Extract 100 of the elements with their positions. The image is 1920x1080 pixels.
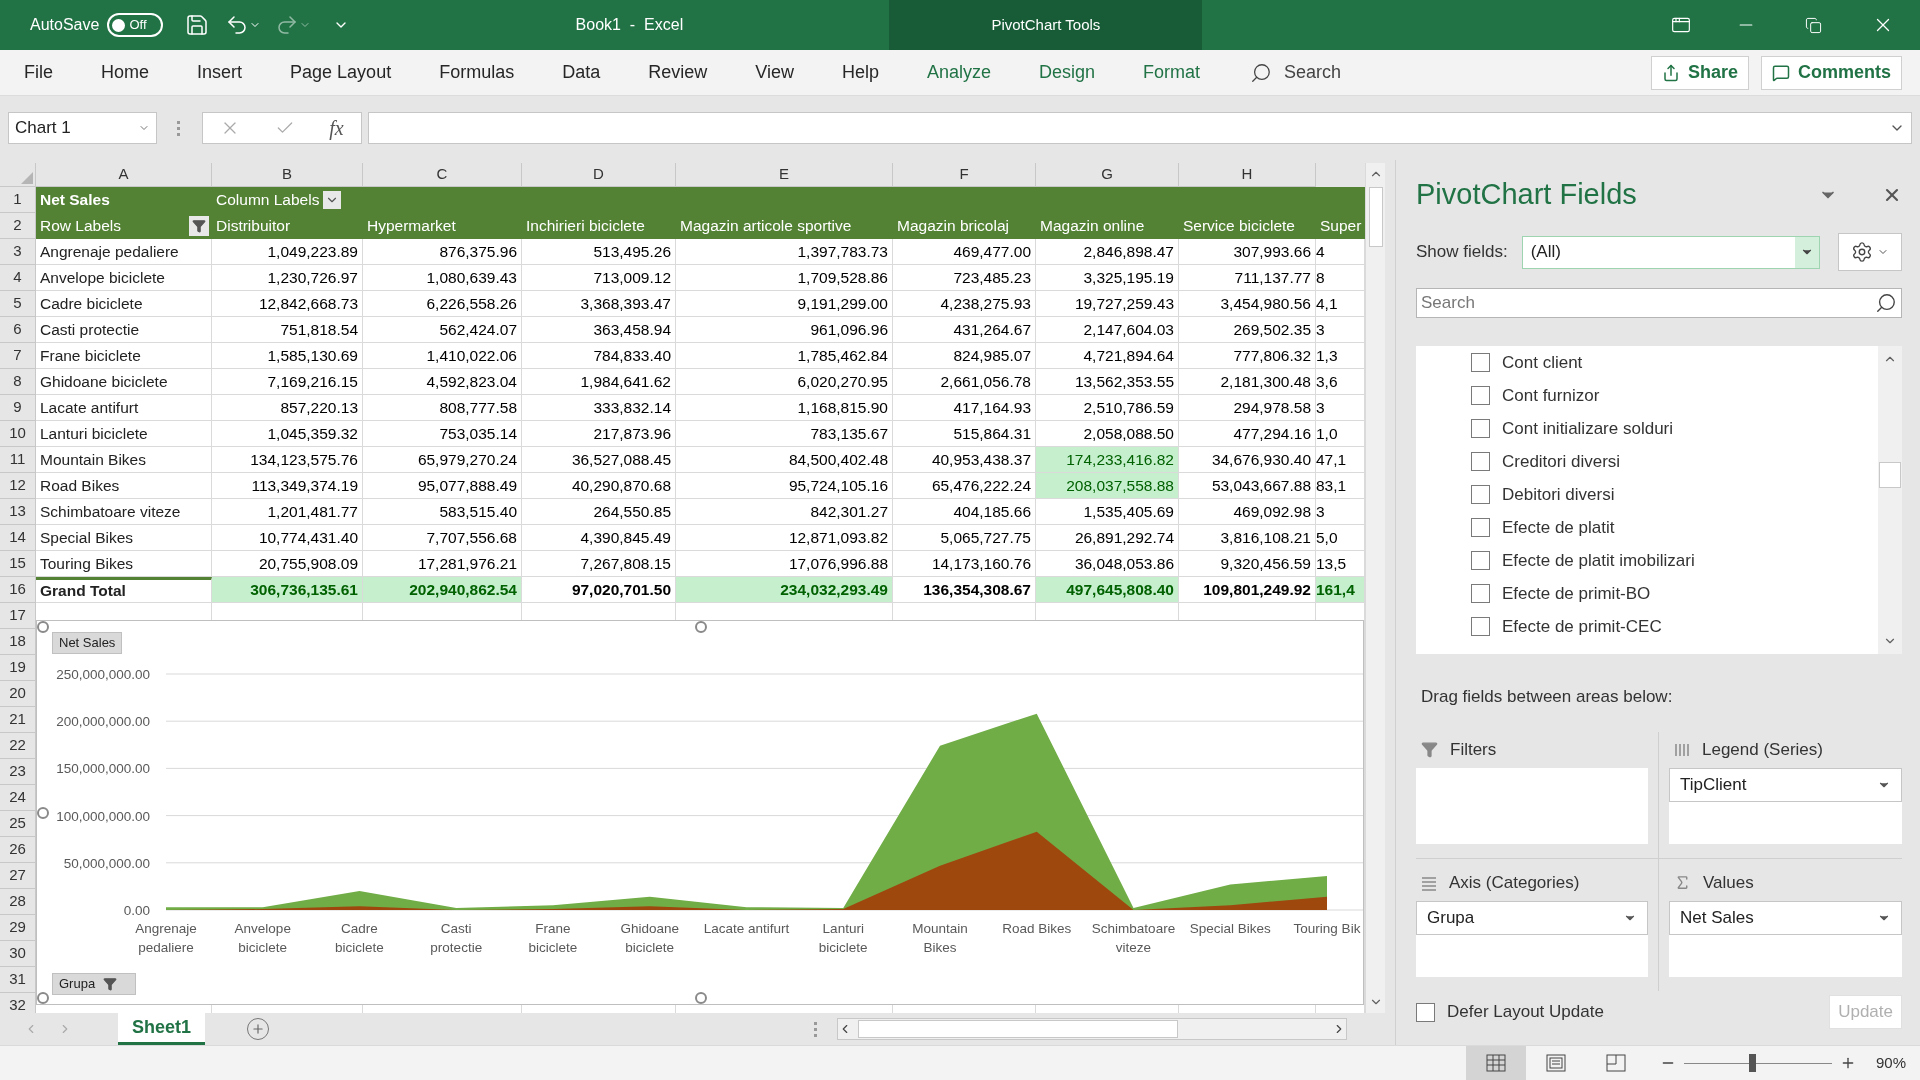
- table-cell-text: 113,349,374.19: [251, 475, 358, 496]
- ribbon-tab[interactable]: Page Layout: [290, 59, 392, 86]
- ribbon-tab[interactable]: View: [755, 59, 794, 86]
- area-field[interactable]: Net Sales: [1669, 900, 1902, 935]
- drop-area[interactable]: Grupa: [1416, 900, 1648, 977]
- column-header[interactable]: E: [779, 163, 789, 186]
- defer-checkbox[interactable]: [1416, 1002, 1435, 1022]
- drop-area[interactable]: TipClient: [1669, 767, 1902, 844]
- table-cell-text: 9,320,456.59: [1220, 553, 1311, 574]
- area-chart[interactable]: [36, 620, 1364, 1005]
- scroll-thumb[interactable]: [858, 1020, 1178, 1038]
- restore-icon[interactable]: [1805, 16, 1822, 34]
- table-cell-text: 857,220.13: [280, 397, 358, 418]
- field-checkbox[interactable]: [1471, 452, 1490, 471]
- field-checkbox[interactable]: [1471, 353, 1490, 372]
- resize-handle[interactable]: [37, 621, 49, 633]
- horizontal-scrollbar[interactable]: [837, 1018, 1347, 1040]
- field-checkbox[interactable]: [1471, 551, 1490, 570]
- splitter-icon[interactable]: [814, 1021, 817, 1037]
- drop-area[interactable]: Net Sales: [1669, 900, 1902, 977]
- ribbon-tab[interactable]: Review: [648, 59, 708, 86]
- insert-function-button[interactable]: fx: [329, 113, 344, 143]
- area-field[interactable]: TipClient: [1669, 767, 1902, 802]
- table-cell-text: 3,6: [1316, 371, 1338, 392]
- tell-me-field[interactable]: Search: [1250, 59, 1342, 86]
- field-button[interactable]: Grupa: [52, 973, 136, 995]
- filter-button[interactable]: [189, 215, 209, 236]
- category-label: Lacate antifurt: [703, 921, 790, 936]
- field-label: Debitori diversi: [1502, 483, 1615, 506]
- zoom-level[interactable]: 90%: [1875, 1051, 1906, 1075]
- resize-handle[interactable]: [37, 992, 49, 1004]
- field-label: Cont initializare solduri: [1502, 417, 1674, 440]
- field-button[interactable]: Net Sales: [52, 632, 123, 654]
- field-checkbox[interactable]: [1471, 485, 1490, 504]
- share-button[interactable]: Share: [1650, 55, 1749, 90]
- resize-handle[interactable]: [37, 807, 49, 819]
- name-box[interactable]: Chart 1: [8, 112, 157, 144]
- table-cell-text: 723,485.23: [953, 267, 1031, 288]
- formula-input[interactable]: [368, 112, 1912, 144]
- normal-view-icon[interactable]: [1465, 1046, 1526, 1080]
- field-checkbox[interactable]: [1471, 617, 1490, 636]
- area-label: Legend (Series): [1702, 738, 1823, 761]
- column-header[interactable]: A: [118, 163, 129, 186]
- zoom-slider[interactable]: [1683, 1054, 1832, 1072]
- ribbon-tab[interactable]: Format: [1143, 59, 1201, 86]
- ribbon-tab[interactable]: Insert: [197, 59, 243, 86]
- table-cell-text: 515,864.31: [953, 423, 1031, 444]
- vertical-scrollbar[interactable]: [1365, 163, 1385, 1013]
- row-label: Schimbatoare viteze: [40, 501, 181, 522]
- table-cell-text: 1,585,130.69: [267, 345, 358, 366]
- slider-thumb[interactable]: [1749, 1054, 1757, 1072]
- table-cell-text: 3: [1316, 397, 1325, 418]
- ribbon-display-icon[interactable]: [1671, 15, 1691, 35]
- show-fields-dropdown[interactable]: (All): [1521, 235, 1820, 269]
- resize-handle[interactable]: [695, 992, 707, 1004]
- autosave-state: Off: [129, 16, 147, 35]
- table-cell-text: 469,477.00: [953, 241, 1031, 262]
- table-cell-text: 6,020,270.95: [797, 371, 888, 392]
- search-field[interactable]: Search: [1416, 288, 1902, 318]
- ribbon-tab[interactable]: Formulas: [439, 59, 515, 86]
- ribbon-tab[interactable]: Analyze: [926, 59, 991, 86]
- table-cell-text: 3: [1316, 501, 1325, 522]
- scroll-thumb[interactable]: [1879, 462, 1901, 488]
- table-cell-text: 784,833.40: [593, 345, 671, 366]
- resize-handle[interactable]: [695, 621, 707, 633]
- areas-hint: Drag fields between areas below:: [1421, 686, 1674, 708]
- field-checkbox[interactable]: [1471, 518, 1490, 537]
- ribbon-tab[interactable]: Help: [841, 59, 879, 86]
- scroll-thumb[interactable]: [1368, 187, 1383, 247]
- dropdown-button[interactable]: [323, 190, 342, 209]
- column-header[interactable]: G: [1101, 163, 1113, 186]
- column-header[interactable]: H: [1241, 163, 1253, 186]
- ribbon-tab[interactable]: Home: [101, 59, 150, 86]
- table-cell-text: 2,510,786.59: [1083, 397, 1174, 418]
- table-cell-text: 174,233,416.82: [1066, 449, 1174, 470]
- save-icon[interactable]: [185, 13, 210, 37]
- column-label: Magazin articole sportive: [680, 215, 852, 236]
- column-header[interactable]: C: [436, 163, 448, 186]
- sheet-tab[interactable]: Sheet1: [118, 1013, 205, 1045]
- autosave-toggle[interactable]: Off: [107, 13, 164, 37]
- ribbon-tab[interactable]: Data: [562, 59, 601, 86]
- table-cell-text: 1,535,405.69: [1083, 501, 1174, 522]
- ribbon-tab[interactable]: Design: [1039, 59, 1096, 86]
- table-cell-text: 5,0: [1316, 527, 1338, 548]
- field-checkbox[interactable]: [1471, 584, 1490, 603]
- table-cell-text: 1,984,641.62: [580, 371, 671, 392]
- settings-button[interactable]: [1838, 233, 1902, 271]
- field-label: Efecte de primit-CEC: [1502, 615, 1662, 638]
- table-cell-text: 431,264.67: [953, 319, 1031, 340]
- category-label: Mountain Bikes: [912, 921, 968, 955]
- column-header[interactable]: F: [959, 163, 969, 186]
- column-header[interactable]: B: [282, 163, 292, 186]
- area-field[interactable]: Grupa: [1416, 900, 1648, 935]
- field-checkbox[interactable]: [1471, 386, 1490, 405]
- vertical-scrollbar[interactable]: [1878, 346, 1902, 654]
- ribbon-tab[interactable]: File: [24, 59, 53, 86]
- comments-button[interactable]: Comments: [1761, 55, 1902, 90]
- column-header[interactable]: D: [593, 163, 604, 186]
- field-checkbox[interactable]: [1471, 419, 1490, 438]
- table-cell-text: 562,424.07: [439, 319, 517, 340]
